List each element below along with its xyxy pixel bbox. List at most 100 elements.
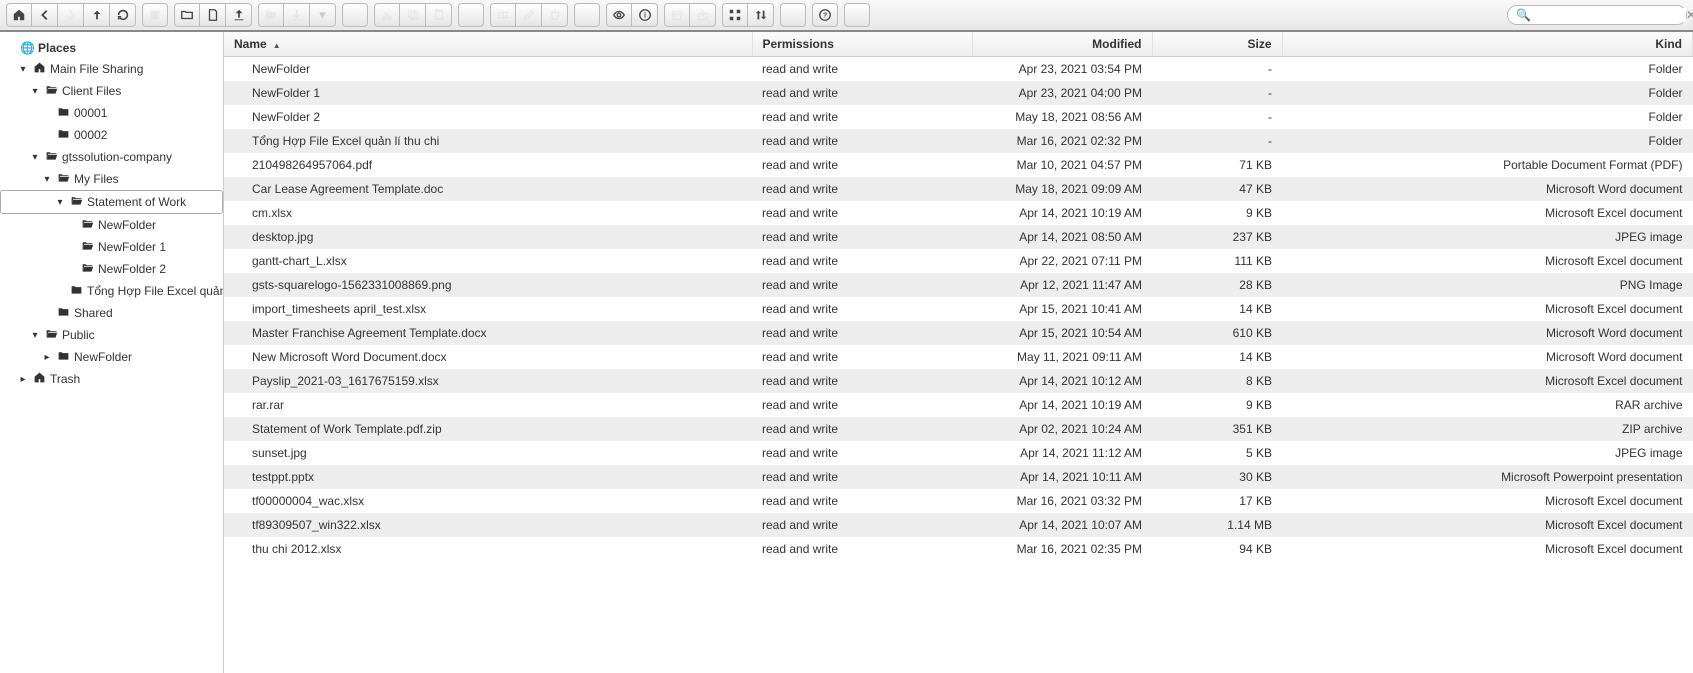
- rename-button[interactable]: [490, 3, 516, 27]
- tree-node[interactable]: ▸Trash: [0, 368, 223, 390]
- file-row[interactable]: Tổng Hợp File Excel quản lí thu chiread …: [224, 129, 1693, 153]
- new-file-button[interactable]: [200, 3, 226, 27]
- file-row[interactable]: Car Lease Agreement Template.docread and…: [224, 177, 1693, 201]
- file-size: -: [1152, 57, 1282, 82]
- tree-node[interactable]: ▾My Files: [0, 168, 223, 190]
- file-permissions: read and write: [752, 81, 972, 105]
- forward-button[interactable]: [58, 3, 84, 27]
- preview-button[interactable]: [606, 3, 632, 27]
- file-size: -: [1152, 129, 1282, 153]
- file-kind: RAR archive: [1282, 393, 1693, 417]
- folder-icon: [56, 349, 70, 365]
- select-button[interactable]: [142, 3, 168, 27]
- file-kind: Portable Document Format (PDF): [1282, 153, 1693, 177]
- column-modified[interactable]: Modified: [972, 32, 1152, 57]
- tree-node[interactable]: ▾gtssolution-company: [0, 146, 223, 168]
- upload-button[interactable]: [226, 3, 252, 27]
- download-button[interactable]: [284, 3, 310, 27]
- tree-node[interactable]: ▾Main File Sharing: [0, 58, 223, 80]
- file-name: Payslip_2021-03_1617675159.xlsx: [224, 369, 752, 393]
- file-permissions: read and write: [752, 537, 972, 561]
- file-row[interactable]: NewFolder 1read and writeApr 23, 2021 04…: [224, 81, 1693, 105]
- tree-node[interactable]: ▾ Client Files: [0, 80, 223, 102]
- tree-node[interactable]: NewFolder 1: [0, 236, 223, 258]
- tree-toggle-icon[interactable]: ▸: [18, 374, 28, 385]
- file-name: sunset.jpg: [224, 441, 752, 465]
- file-row[interactable]: desktop.jpgread and writeApr 14, 2021 08…: [224, 225, 1693, 249]
- file-row[interactable]: NewFolderread and writeApr 23, 2021 03:5…: [224, 57, 1693, 82]
- tree-label: Client Files: [62, 84, 121, 98]
- search-input[interactable]: [1531, 8, 1686, 22]
- search-box[interactable]: 🔍 ✕: [1507, 5, 1687, 25]
- delete-button[interactable]: [542, 3, 568, 27]
- file-modified: Apr 23, 2021 04:00 PM: [972, 81, 1152, 105]
- tree-node[interactable]: Tổng Hợp File Excel quản lí: [0, 280, 223, 302]
- tree-node[interactable]: ▾Statement of Work: [0, 190, 223, 214]
- tree-toggle-icon[interactable]: ▾: [18, 64, 28, 75]
- open-button[interactable]: [258, 3, 284, 27]
- tree-toggle-icon[interactable]: ▾: [30, 152, 40, 163]
- column-kind[interactable]: Kind: [1282, 32, 1693, 57]
- file-row[interactable]: 210498264957064.pdfread and writeMar 10,…: [224, 153, 1693, 177]
- tree-label: 00002: [74, 128, 107, 142]
- file-row[interactable]: rar.rarread and writeApr 14, 2021 10:19 …: [224, 393, 1693, 417]
- reload-button[interactable]: [110, 3, 136, 27]
- tree-node[interactable]: NewFolder: [0, 214, 223, 236]
- new-folder-button[interactable]: [174, 3, 200, 27]
- file-permissions: read and write: [752, 489, 972, 513]
- column-permissions[interactable]: Permissions: [752, 32, 972, 57]
- tree-toggle-icon[interactable]: ▾: [30, 330, 40, 341]
- file-size: 1.14 MB: [1152, 513, 1282, 537]
- file-row[interactable]: Statement of Work Template.pdf.zipread a…: [224, 417, 1693, 441]
- paste-button[interactable]: [426, 3, 452, 27]
- column-size[interactable]: Size: [1152, 32, 1282, 57]
- cut-button[interactable]: [374, 3, 400, 27]
- help-button[interactable]: ?: [812, 3, 838, 27]
- tree-node[interactable]: ▸NewFolder: [0, 346, 223, 368]
- file-name: tf89309507_win322.xlsx: [224, 513, 752, 537]
- file-row[interactable]: gsts-squarelogo-1562331008869.pngread an…: [224, 273, 1693, 297]
- up-button[interactable]: [84, 3, 110, 27]
- file-row[interactable]: import_timesheets april_test.xlsxread an…: [224, 297, 1693, 321]
- clear-search-icon[interactable]: ✕: [1686, 8, 1693, 22]
- tree-node[interactable]: ▾Public: [0, 324, 223, 346]
- file-kind: PNG Image: [1282, 273, 1693, 297]
- file-modified: Mar 16, 2021 02:35 PM: [972, 537, 1152, 561]
- action-menu[interactable]: ▾: [310, 3, 336, 27]
- copy-button[interactable]: [400, 3, 426, 27]
- file-row[interactable]: cm.xlsxread and writeApr 14, 2021 10:19 …: [224, 201, 1693, 225]
- sort-button[interactable]: [748, 3, 774, 27]
- file-row[interactable]: NewFolder 2read and writeMay 18, 2021 08…: [224, 105, 1693, 129]
- tree-node[interactable]: NewFolder 2: [0, 258, 223, 280]
- back-button[interactable]: [32, 3, 58, 27]
- file-row[interactable]: testppt.pptxread and writeApr 14, 2021 1…: [224, 465, 1693, 489]
- file-row[interactable]: Payslip_2021-03_1617675159.xlsxread and …: [224, 369, 1693, 393]
- file-row[interactable]: Master Franchise Agreement Template.docx…: [224, 321, 1693, 345]
- tree-label: NewFolder 1: [98, 240, 166, 254]
- file-size: 237 KB: [1152, 225, 1282, 249]
- file-row[interactable]: sunset.jpgread and writeApr 14, 2021 11:…: [224, 441, 1693, 465]
- file-kind: Folder: [1282, 105, 1693, 129]
- tree-node[interactable]: Shared: [0, 302, 223, 324]
- file-permissions: read and write: [752, 225, 972, 249]
- file-row[interactable]: tf00000004_wac.xlsxread and writeMar 16,…: [224, 489, 1693, 513]
- info-button[interactable]: i: [632, 3, 658, 27]
- file-row[interactable]: gantt-chart_L.xlsxread and writeApr 22, …: [224, 249, 1693, 273]
- tree-node[interactable]: 00001: [0, 102, 223, 124]
- column-name[interactable]: Name: [224, 32, 752, 57]
- edit-button[interactable]: [516, 3, 542, 27]
- file-row[interactable]: tf89309507_win322.xlsxread and writeApr …: [224, 513, 1693, 537]
- archive-button[interactable]: [664, 3, 690, 27]
- tree-node[interactable]: 00002: [0, 124, 223, 146]
- file-row[interactable]: thu chi 2012.xlsxread and writeMar 16, 2…: [224, 537, 1693, 561]
- file-name: import_timesheets april_test.xlsx: [224, 297, 752, 321]
- tree-toggle-icon[interactable]: ▾: [42, 174, 52, 185]
- tree-toggle-icon[interactable]: ▸: [42, 352, 52, 363]
- extract-button[interactable]: [690, 3, 716, 27]
- tree-toggle-icon[interactable]: ▾: [30, 86, 40, 97]
- view-icons-button[interactable]: [722, 3, 748, 27]
- home-button[interactable]: [6, 3, 32, 27]
- toolbar: ▾ i ? 🔍 ✕: [0, 0, 1693, 32]
- tree-toggle-icon[interactable]: ▾: [55, 197, 65, 208]
- file-row[interactable]: New Microsoft Word Document.docxread and…: [224, 345, 1693, 369]
